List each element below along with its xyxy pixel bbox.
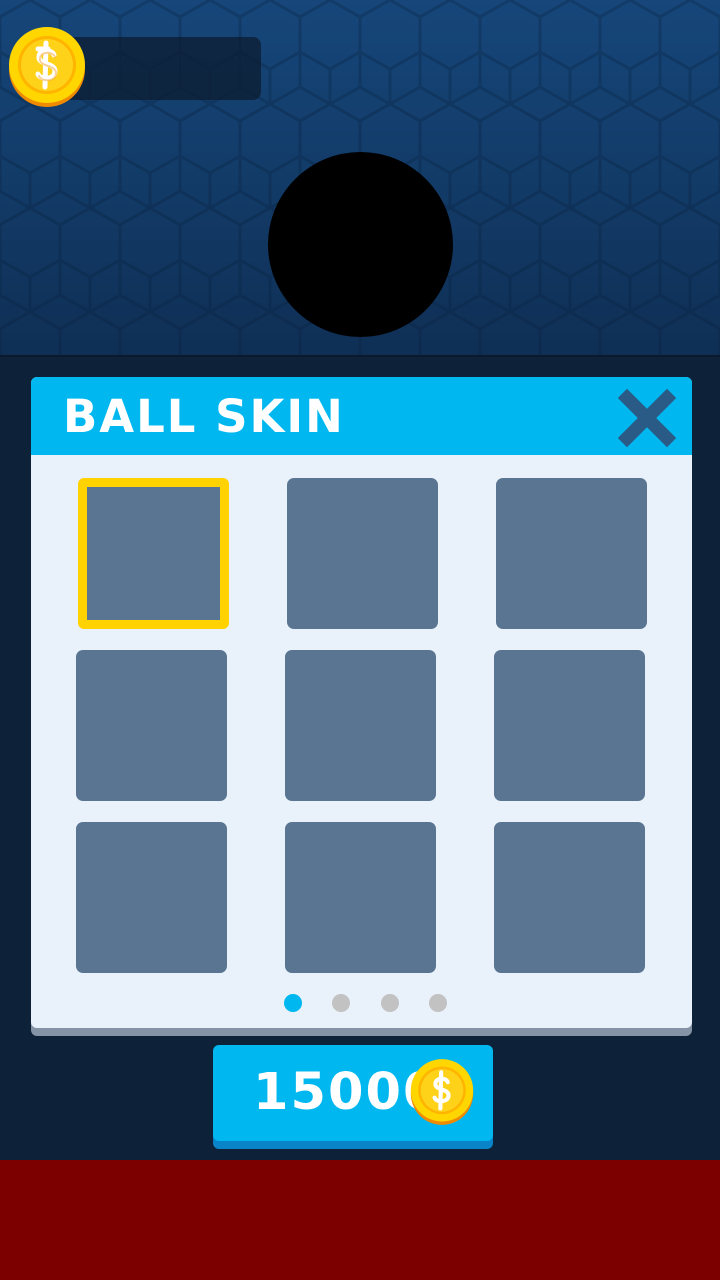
divider (0, 355, 720, 357)
page-dot-1[interactable] (284, 994, 302, 1012)
skin-slot-6[interactable] (494, 650, 645, 801)
page-dot-3[interactable] (381, 994, 399, 1012)
ball-preview (268, 152, 453, 337)
bottom-band (0, 1160, 720, 1280)
ball-skin-panel: BALL SKIN (31, 377, 692, 1028)
coin-icon (410, 1059, 474, 1125)
skin-slot-1[interactable] (78, 478, 229, 629)
close-icon[interactable] (617, 388, 677, 448)
skin-slot-7[interactable] (76, 822, 227, 973)
coin-icon (9, 27, 85, 107)
skin-slot-4[interactable] (76, 650, 227, 801)
page-dot-2[interactable] (332, 994, 350, 1012)
panel-header: BALL SKIN (31, 377, 692, 455)
skin-slot-9[interactable] (494, 822, 645, 973)
panel-title: BALL SKIN (63, 390, 345, 443)
skin-slot-5[interactable] (285, 650, 436, 801)
coin-balance-bar (56, 37, 261, 100)
skin-slot-2[interactable] (287, 478, 438, 629)
page-dot-4[interactable] (429, 994, 447, 1012)
skin-slot-8[interactable] (285, 822, 436, 973)
unlock-price-button[interactable]: 15000 (213, 1045, 493, 1141)
skin-slot-3[interactable] (496, 478, 647, 629)
